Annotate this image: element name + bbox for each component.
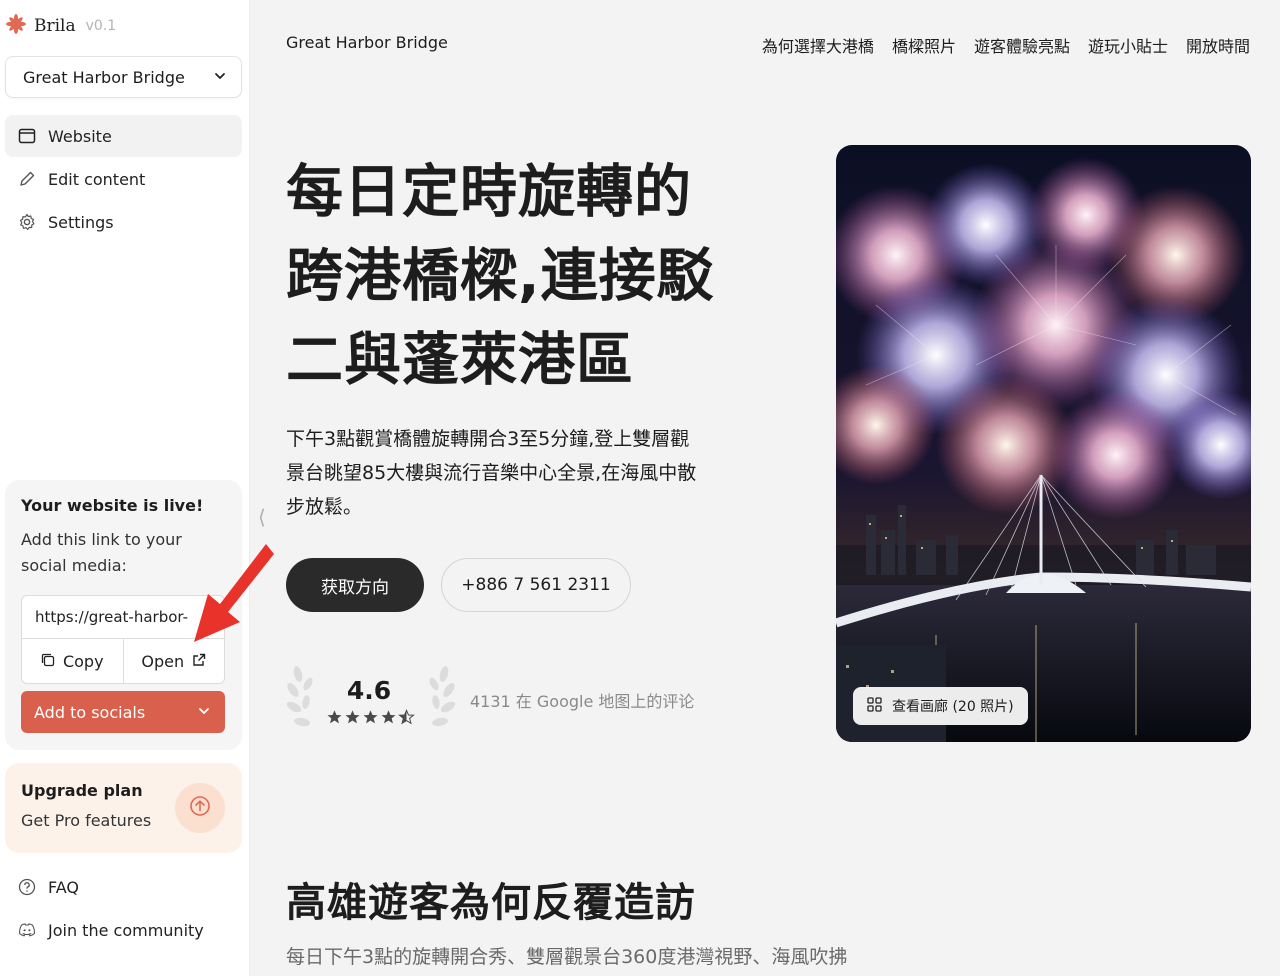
browser-window-icon: [18, 127, 36, 145]
upgrade-plan-card[interactable]: Upgrade plan Get Pro features: [5, 763, 242, 853]
view-gallery-button[interactable]: 查看画廊 (20 照片): [853, 687, 1028, 725]
site-title[interactable]: Great Harbor Bridge: [286, 33, 448, 52]
sidebar-nav: Website Edit content Settings: [5, 115, 242, 244]
brand[interactable]: Brila v0.1: [6, 14, 116, 38]
star-icon: [345, 710, 360, 724]
arrow-up-circle-icon: [189, 795, 211, 821]
add-to-socials-label: Add to socials: [34, 702, 146, 722]
phone-button[interactable]: +886 7 561 2311: [441, 558, 631, 612]
sidebar-item-label: Edit content: [48, 169, 146, 189]
open-label: Open: [141, 652, 185, 671]
copy-label: Copy: [62, 652, 104, 671]
upgrade-button[interactable]: [175, 783, 225, 833]
half-star-icon: [398, 709, 415, 725]
nav-link-photos[interactable]: 橋樑照片: [892, 33, 956, 57]
site-selector-value: Great Harbor Bridge: [23, 67, 185, 87]
brand-name: Brila: [34, 16, 76, 36]
sidebar-item-label: Settings: [48, 212, 114, 232]
star-icon: [327, 710, 342, 724]
star-icon: [363, 710, 378, 724]
copy-icon: [41, 652, 55, 671]
chevron-down-icon: [197, 703, 211, 722]
sidebar-item-label: FAQ: [48, 877, 79, 897]
google-reviews-count[interactable]: 4131 在 Google 地图上的评论: [470, 688, 694, 712]
gear-icon: [18, 213, 36, 231]
section-title: 高雄遊客為何反覆造訪: [286, 880, 696, 926]
nav-link-hours[interactable]: 開放時間: [1186, 33, 1250, 57]
section-subtitle: 每日下午3點的旋轉開合秀、雙層觀景台360度港灣視野、海風吹拂: [286, 946, 848, 968]
rating-value: 4.6: [346, 676, 392, 705]
grid-icon: [867, 696, 882, 716]
sidebar: Brila v0.1 Great Harbor Bridge Website E…: [0, 0, 250, 976]
website-url-field[interactable]: https://great-harbor-: [22, 596, 224, 639]
fireworks-photo: [836, 145, 1251, 742]
sidebar-item-settings[interactable]: Settings: [5, 201, 242, 243]
website-live-card: Your website is live! Add this link to y…: [5, 480, 242, 750]
external-link-icon: [192, 652, 206, 671]
open-link-button[interactable]: Open: [122, 639, 225, 683]
nav-link-tips[interactable]: 遊玩小貼士: [1088, 33, 1168, 57]
star-rating: [326, 709, 415, 725]
chevron-down-icon: [213, 68, 227, 87]
live-card-subtitle: Add this link to your social media:: [21, 530, 182, 575]
sidebar-collapse-handle[interactable]: ⟨: [258, 505, 266, 529]
discord-icon: [18, 921, 36, 939]
copy-link-button[interactable]: Copy: [22, 639, 123, 683]
site-selector[interactable]: Great Harbor Bridge: [5, 56, 242, 98]
rating-badge: 4.6: [286, 660, 456, 738]
hero-description: 下午3點觀賞橋體旋轉開合3至5分鐘,登上雙層觀景台眺望85大樓與流行音樂中心全景…: [286, 428, 697, 518]
nav-link-highlights[interactable]: 遊客體驗亮點: [974, 33, 1070, 57]
sidebar-item-community[interactable]: Join the community: [5, 909, 242, 951]
brand-version: v0.1: [85, 18, 117, 34]
nav-link-why[interactable]: 為何選擇大港橋: [762, 33, 874, 57]
hero-headline: 每日定時旋轉的跨港橋樑,連接駁二與蓬萊港區: [286, 159, 715, 393]
sidebar-item-label: Join the community: [48, 920, 204, 940]
sidebar-item-faq[interactable]: FAQ: [5, 866, 242, 908]
site-top-nav: 為何選擇大港橋 橋樑照片 遊客體驗亮點 遊玩小貼士 開放時間: [762, 33, 1250, 57]
question-circle-icon: [18, 878, 36, 896]
live-card-title: Your website is live!: [21, 496, 204, 515]
website-link-box: https://great-harbor- Copy Open: [21, 595, 225, 684]
sidebar-item-edit-content[interactable]: Edit content: [5, 158, 242, 200]
hero-fireworks-bridge-image[interactable]: [836, 145, 1251, 742]
star-icon: [381, 710, 396, 724]
brila-logo-icon: [6, 14, 26, 38]
pencil-icon: [18, 170, 36, 188]
sidebar-bottom-nav: FAQ Join the community: [5, 866, 242, 952]
add-to-socials-button[interactable]: Add to socials: [21, 691, 225, 733]
sidebar-item-label: Website: [48, 126, 112, 146]
sidebar-item-website[interactable]: Website: [5, 115, 242, 157]
get-directions-button[interactable]: 获取方向: [286, 558, 424, 612]
view-gallery-label: 查看画廊 (20 照片): [892, 699, 1014, 715]
